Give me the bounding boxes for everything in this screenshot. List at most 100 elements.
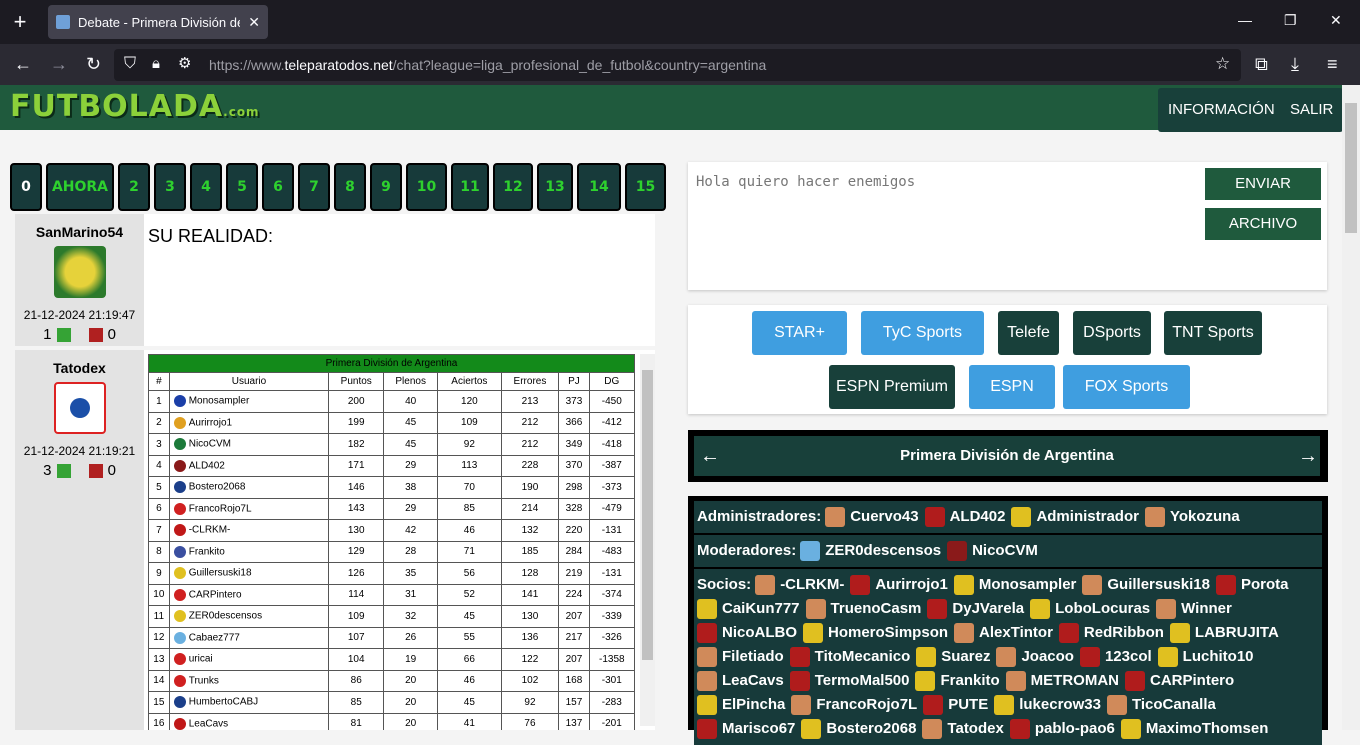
member-item[interactable]: HomeroSimpson [803,621,948,645]
channel-star-plus[interactable]: STAR+ [752,311,847,355]
channel-tyc-sports[interactable]: TyC Sports [861,311,984,355]
round-tab[interactable]: 12 [493,163,533,211]
member-item[interactable]: AlexTintor [954,621,1053,645]
member-item[interactable]: -CLRKM- [755,573,844,597]
round-tab[interactable]: 3 [154,163,186,211]
member-item[interactable]: ElPincha [697,693,785,717]
thumbs-down-icon[interactable] [89,464,104,479]
round-tab[interactable]: 13 [537,163,573,211]
thumbs-up-icon[interactable] [57,464,72,479]
url-bar[interactable]: ⛉ 🔒︎ ⚙ https://www.teleparatodos.net/cha… [114,49,1241,81]
salir-button[interactable]: SALIR [1280,88,1344,132]
member-item[interactable]: Porota [1215,573,1288,597]
channel-espn-premium[interactable]: ESPN Premium [829,365,955,409]
forward-icon[interactable]: → [50,52,68,76]
member-item[interactable]: Suarez [916,645,990,669]
round-tab-current[interactable]: AHORA [46,163,114,211]
member-item[interactable]: TicoCanalla [1106,693,1216,717]
menu-icon[interactable]: ≡ [1327,52,1338,76]
member-item[interactable]: RedRibbon [1058,621,1164,645]
close-window-icon[interactable]: ✕ [1330,12,1342,29]
scrollbar-thumb[interactable] [642,370,653,660]
member-item[interactable]: CARPintero [1125,669,1234,693]
minimize-icon[interactable]: — [1238,12,1252,28]
send-button[interactable]: ENVIAR [1205,168,1321,200]
channel-telefe[interactable]: Telefe [998,311,1059,355]
channel-tnt-sports[interactable]: TNT Sports [1164,311,1262,355]
channel-fox-sports[interactable]: FOX Sports [1063,365,1190,409]
post-username[interactable]: SanMarino54 [15,224,144,240]
page-scrollbar[interactable] [1342,85,1360,730]
member-item[interactable]: TruenoCasm [805,597,921,621]
member-item[interactable]: NicoALBO [697,621,797,645]
informacion-button[interactable]: INFORMACIÓN [1158,88,1285,132]
maximize-icon[interactable]: ❐ [1284,12,1297,29]
member-item[interactable]: Bostero2068 [801,717,916,741]
member-item[interactable]: FrancoRojo7L [791,693,917,717]
member-item[interactable]: Filetiado [697,645,784,669]
member-item[interactable]: Administrador [1011,505,1139,529]
member-item[interactable]: Monosampler [953,573,1076,597]
member-item[interactable]: Frankito [915,669,1000,693]
member-item[interactable]: pablo-pao6 [1009,717,1115,741]
member-item[interactable]: 123col [1079,645,1152,669]
round-tab[interactable]: 7 [298,163,330,211]
member-item[interactable]: lukecrow33 [994,693,1101,717]
channel-dsports[interactable]: DSports [1073,311,1151,355]
back-icon[interactable]: ← [14,52,32,76]
member-item[interactable]: DyJVarela [927,597,1024,621]
thumbs-down-icon[interactable] [89,328,104,343]
lock-icon[interactable]: 🔒︎ [152,52,160,76]
download-icon[interactable]: ⤓ [1291,52,1299,76]
member-item[interactable]: METROMAN [1005,669,1119,693]
member-item[interactable]: Winner [1156,597,1232,621]
round-tab[interactable]: 8 [334,163,366,211]
member-item[interactable]: Luchito10 [1157,645,1254,669]
site-logo[interactable]: FUTBOLADA.com [10,89,260,124]
member-item[interactable]: LeaCavs [697,669,784,693]
member-item[interactable]: ZER0descensos [800,539,941,563]
standings-scrollbar[interactable] [640,354,655,726]
member-item[interactable]: MaximoThomsen [1120,717,1268,741]
shield-icon[interactable]: ⛉ [124,52,136,76]
member-item[interactable]: Joacoo [996,645,1074,669]
round-tab[interactable]: 4 [190,163,222,211]
member-item[interactable]: Guillersuski18 [1082,573,1210,597]
permissions-icon[interactable]: ⚙ [178,52,191,76]
url-text[interactable]: https://www.teleparatodos.net/chat?leagu… [209,57,766,73]
post-username[interactable]: Tatodex [15,360,144,376]
round-tab[interactable]: 14 [577,163,621,211]
round-tab[interactable]: 5 [226,163,258,211]
round-tab[interactable]: 11 [451,163,489,211]
channel-espn[interactable]: ESPN [969,365,1055,409]
member-item[interactable]: PUTE [923,693,988,717]
round-tab[interactable]: 10 [406,163,447,211]
round-tab[interactable]: 15 [625,163,666,211]
member-item[interactable]: NicoCVM [947,539,1038,563]
prev-league-icon[interactable]: ← [700,436,720,476]
round-tab[interactable]: 6 [262,163,294,211]
browser-tab[interactable]: Debate - Primera División de Ar ✕ [48,5,268,39]
close-tab-icon[interactable]: ✕ [248,14,260,31]
member-item[interactable]: TermoMal500 [789,669,909,693]
member-item[interactable]: CaiKun777 [697,597,800,621]
member-item[interactable]: ALD402 [924,505,1005,529]
thumbs-up-icon[interactable] [57,328,72,343]
extensions-icon[interactable]: ⧉ [1255,52,1268,76]
member-item[interactable]: Aurirrojo1 [850,573,948,597]
round-tab[interactable]: 2 [118,163,150,211]
round-tab[interactable]: 9 [370,163,402,211]
member-item[interactable]: LoboLocuras [1030,597,1150,621]
member-item[interactable]: Tatodex [922,717,1004,741]
member-item[interactable]: Cuervo43 [825,505,919,529]
next-league-icon[interactable]: → [1298,436,1318,476]
round-tab[interactable]: 0 [10,163,42,211]
member-item[interactable]: Marisco67 [697,717,795,741]
new-tab-button[interactable]: + [8,8,32,36]
member-item[interactable]: Yokozuna [1144,505,1240,529]
bookmark-star-icon[interactable]: ☆ [1215,52,1230,76]
member-item[interactable]: TitoMecanico [789,645,910,669]
reload-icon[interactable]: ↻ [86,52,101,76]
scrollbar-thumb[interactable] [1345,103,1357,233]
member-item[interactable]: LABRUJITA [1169,621,1279,645]
